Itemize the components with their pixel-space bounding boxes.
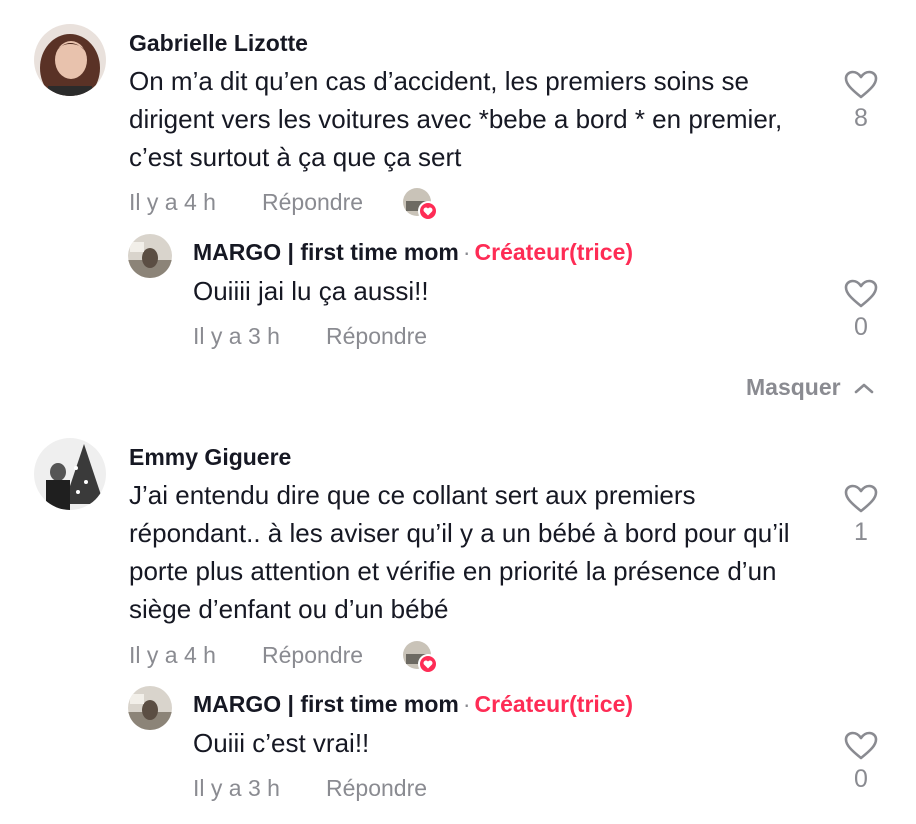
avatar-margo[interactable] xyxy=(128,686,172,730)
reply-button[interactable]: Répondre xyxy=(326,323,427,350)
like-button[interactable]: 0 xyxy=(841,279,881,342)
like-count: 1 xyxy=(854,518,868,546)
reply-timestamp: Il y a 3 h xyxy=(193,323,280,349)
heart-outline-icon[interactable] xyxy=(844,484,878,514)
reply-button[interactable]: Répondre xyxy=(262,189,363,216)
hide-replies-label: Masquer xyxy=(746,374,841,400)
chevron-up-icon xyxy=(854,383,873,393)
comment-author[interactable]: Gabrielle Lizotte xyxy=(129,30,308,57)
comment-timestamp: Il y a 4 h xyxy=(129,642,216,668)
separator-dot: · xyxy=(462,691,471,717)
like-button[interactable]: 0 xyxy=(841,731,881,794)
creator-badge: Créateur(trice) xyxy=(474,691,634,717)
reply-button[interactable]: Répondre xyxy=(326,775,427,802)
comment-author[interactable]: Emmy Giguere xyxy=(129,444,291,471)
creator-badge: Créateur(trice) xyxy=(474,239,634,265)
like-count: 8 xyxy=(854,104,868,132)
reply-author[interactable]: MARGO | first time mom xyxy=(193,691,459,717)
reply-text: Ouiii c’est vrai!! xyxy=(193,728,370,758)
like-button[interactable]: 1 xyxy=(841,484,881,547)
heart-outline-icon[interactable] xyxy=(844,731,878,761)
separator-dot: · xyxy=(462,239,471,265)
reply-button[interactable]: Répondre xyxy=(262,642,363,669)
creator-liked-heart-badge xyxy=(402,187,438,221)
comment-text: J’ai entendu dire que ce collant sert au… xyxy=(129,480,790,624)
like-button[interactable]: 8 xyxy=(841,70,881,133)
heart-outline-icon[interactable] xyxy=(844,70,878,100)
reply-header: MARGO | first time mom · Créateur(trice) xyxy=(193,691,633,718)
like-count: 0 xyxy=(854,765,868,793)
avatar-emmy[interactable] xyxy=(34,438,106,510)
avatar-margo[interactable] xyxy=(128,234,172,278)
avatar-gabrielle[interactable] xyxy=(34,24,106,96)
comment-text: On m’a dit qu’en cas d’accident, les pre… xyxy=(129,66,783,172)
creator-liked-heart-badge xyxy=(402,640,438,674)
comment-timestamp: Il y a 4 h xyxy=(129,189,216,215)
reply-author[interactable]: MARGO | first time mom xyxy=(193,239,459,265)
reply-text: Ouiiii jai lu ça aussi!! xyxy=(193,276,429,306)
like-count: 0 xyxy=(854,313,868,341)
reply-header: MARGO | first time mom · Créateur(trice) xyxy=(193,239,633,266)
heart-outline-icon[interactable] xyxy=(844,279,878,309)
reply-timestamp: Il y a 3 h xyxy=(193,775,280,801)
hide-replies-button[interactable]: Masquer xyxy=(746,374,875,401)
